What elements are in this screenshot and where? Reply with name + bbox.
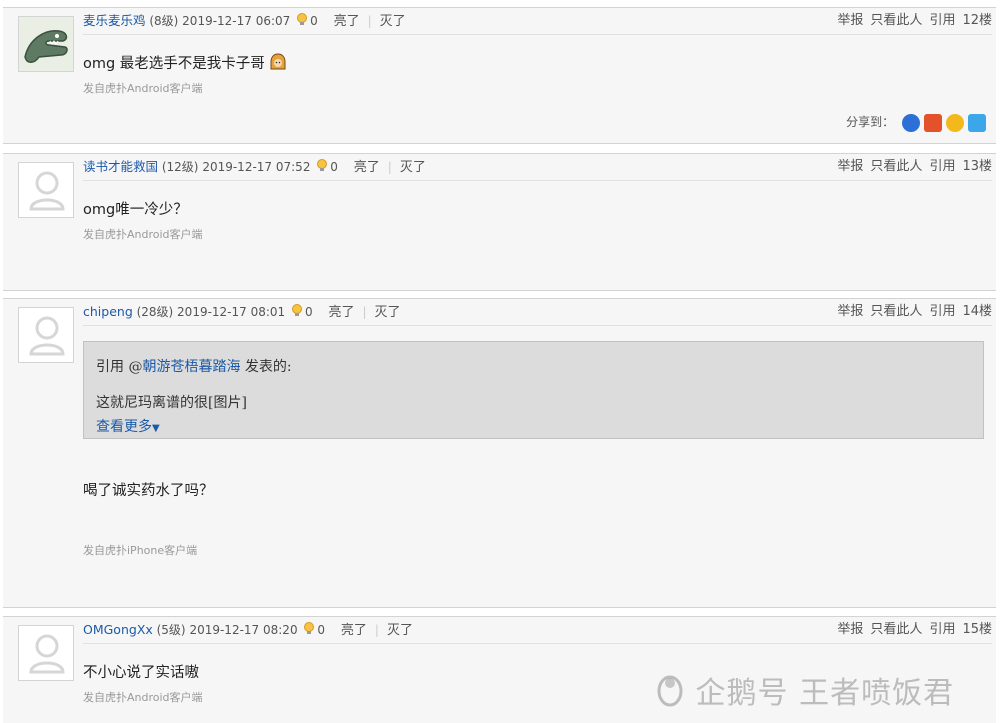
quote-link[interactable]: 引用	[929, 159, 955, 174]
post-content: 喝了诚实药水了吗？	[83, 483, 214, 499]
post-content: 不小心说了实话嗷	[83, 665, 199, 681]
dark-button[interactable]: 灭了	[400, 160, 426, 175]
username-link[interactable]: OMGongXx	[83, 622, 153, 637]
client-source: 发自虎扑Android客户端	[83, 228, 203, 241]
client-source: 发自虎扑iPhone客户端	[83, 544, 198, 557]
share-baidu-icon[interactable]	[902, 113, 920, 132]
post-header: 麦乐麦乐鸡 (8级) 2019-12-17 06:07 0 亮了 | 灭了 举报 只看…	[83, 8, 992, 35]
post-header: chipeng (28级) 2019-12-17 08:01 0 亮了 | 灭了 举…	[83, 299, 992, 326]
watermark-text: 企鹅号 王者喷饭君	[695, 676, 955, 711]
default-avatar-icon	[29, 634, 65, 674]
post-14: chipeng (28级) 2019-12-17 08:01 0 亮了 | 灭了 举…	[3, 298, 996, 608]
post-actions: 举报 只看此人 引用 15楼	[830, 617, 992, 643]
default-avatar-icon	[29, 316, 65, 356]
post-time: 2019-12-17 08:01	[177, 305, 286, 319]
post-time: 2019-12-17 08:20	[189, 623, 298, 637]
post-content: omg 最老选手不是我卡子哥	[83, 52, 287, 75]
emoji-icon	[269, 53, 287, 75]
quote-header: 引用 @朝游苍梧暮踏海 发表的:	[96, 356, 292, 376]
light-count: 0	[310, 14, 318, 28]
username-link[interactable]: 读书才能救国	[83, 159, 158, 174]
divider: |	[387, 160, 392, 174]
dark-button[interactable]: 灭了	[380, 14, 406, 29]
post-12: 麦乐麦乐鸡 (8级) 2019-12-17 06:07 0 亮了 | 灭了 举报 只看…	[3, 7, 996, 144]
post-header: 读书才能救国 (12级) 2019-12-17 07:52 0 亮了 | 灭了 举报…	[83, 154, 992, 181]
lightbulb-icon	[291, 301, 303, 327]
quote-text: 这就尼玛离谱的很[图片]	[96, 395, 247, 411]
view-more-label: 查看更多	[96, 419, 152, 435]
default-avatar-icon	[29, 171, 65, 211]
floor-number: 13楼	[962, 159, 992, 174]
floor-number: 15楼	[962, 622, 992, 637]
only-this-user-link[interactable]: 只看此人	[870, 13, 922, 28]
only-this-user-link[interactable]: 只看此人	[870, 159, 922, 174]
light-count: 0	[305, 305, 313, 319]
quote-prefix: 引用 @	[96, 359, 143, 375]
share-qzone-icon[interactable]	[946, 113, 964, 132]
username-link[interactable]: 麦乐麦乐鸡	[83, 13, 146, 28]
post-13: 读书才能救国 (12级) 2019-12-17 07:52 0 亮了 | 灭了 举报…	[3, 153, 996, 291]
light-button[interactable]: 亮了	[328, 305, 354, 320]
client-source: 发自虎扑Android客户端	[83, 691, 203, 704]
post-actions: 举报 只看此人 引用 13楼	[830, 154, 992, 180]
report-link[interactable]: 举报	[837, 304, 863, 319]
lightbulb-icon	[316, 156, 328, 182]
only-this-user-link[interactable]: 只看此人	[870, 304, 922, 319]
post-content: omg唯一冷少？	[83, 202, 188, 218]
quote-suffix: 发表的:	[240, 359, 292, 375]
share-tencent-icon[interactable]	[968, 113, 986, 132]
client-source: 发自虎扑Android客户端	[83, 82, 203, 95]
username-link[interactable]: chipeng	[83, 304, 133, 319]
post-time: 2019-12-17 06:07	[182, 14, 291, 28]
user-level: (12级)	[161, 160, 199, 174]
post-actions: 举报 只看此人 引用 12楼	[830, 8, 992, 34]
post-text: omg 最老选手不是我卡子哥	[83, 56, 265, 72]
view-more-link[interactable]: 查看更多▼	[96, 416, 160, 436]
divider: |	[362, 305, 367, 319]
post-actions: 举报 只看此人 引用 14楼	[830, 299, 992, 325]
post-time: 2019-12-17 07:52	[202, 160, 311, 174]
dark-button[interactable]: 灭了	[375, 305, 401, 320]
user-level: (8级)	[149, 14, 179, 28]
quote-block: 引用 @朝游苍梧暮踏海 发表的: 这就尼玛离谱的很[图片] 查看更多▼	[83, 341, 984, 439]
light-button[interactable]: 亮了	[341, 623, 367, 638]
report-link[interactable]: 举报	[837, 622, 863, 637]
user-avatar[interactable]	[18, 307, 74, 363]
share-label: 分享到：	[846, 115, 895, 129]
crocodile-avatar-icon	[19, 17, 73, 71]
divider: |	[374, 623, 379, 637]
caret-down-icon: ▼	[152, 423, 160, 434]
user-level: (5级)	[156, 623, 186, 637]
quote-link[interactable]: 引用	[929, 13, 955, 28]
user-avatar[interactable]	[18, 16, 74, 72]
penguin-logo-icon	[655, 673, 685, 715]
share-bar: 分享到：	[846, 113, 986, 132]
light-button[interactable]: 亮了	[354, 160, 380, 175]
only-this-user-link[interactable]: 只看此人	[870, 622, 922, 637]
user-avatar[interactable]	[18, 625, 74, 681]
quote-link[interactable]: 引用	[929, 304, 955, 319]
divider: |	[367, 14, 372, 28]
quote-link[interactable]: 引用	[929, 622, 955, 637]
post-header: OMGongXx (5级) 2019-12-17 08:20 0 亮了 | 灭了 举…	[83, 617, 992, 644]
share-weibo-icon[interactable]	[924, 113, 942, 132]
lightbulb-icon	[303, 619, 315, 645]
floor-number: 12楼	[962, 13, 992, 28]
lightbulb-icon	[296, 10, 308, 36]
floor-number: 14楼	[962, 304, 992, 319]
light-button[interactable]: 亮了	[334, 14, 360, 29]
light-count: 0	[317, 623, 326, 637]
report-link[interactable]: 举报	[837, 13, 863, 28]
dark-button[interactable]: 灭了	[387, 623, 413, 638]
watermark: 企鹅号 王者喷饭君	[655, 668, 954, 715]
user-level: (28级)	[136, 305, 174, 319]
user-avatar[interactable]	[18, 162, 74, 218]
quoted-user-link[interactable]: 朝游苍梧暮踏海	[142, 359, 240, 375]
report-link[interactable]: 举报	[837, 159, 863, 174]
light-count: 0	[330, 160, 338, 174]
